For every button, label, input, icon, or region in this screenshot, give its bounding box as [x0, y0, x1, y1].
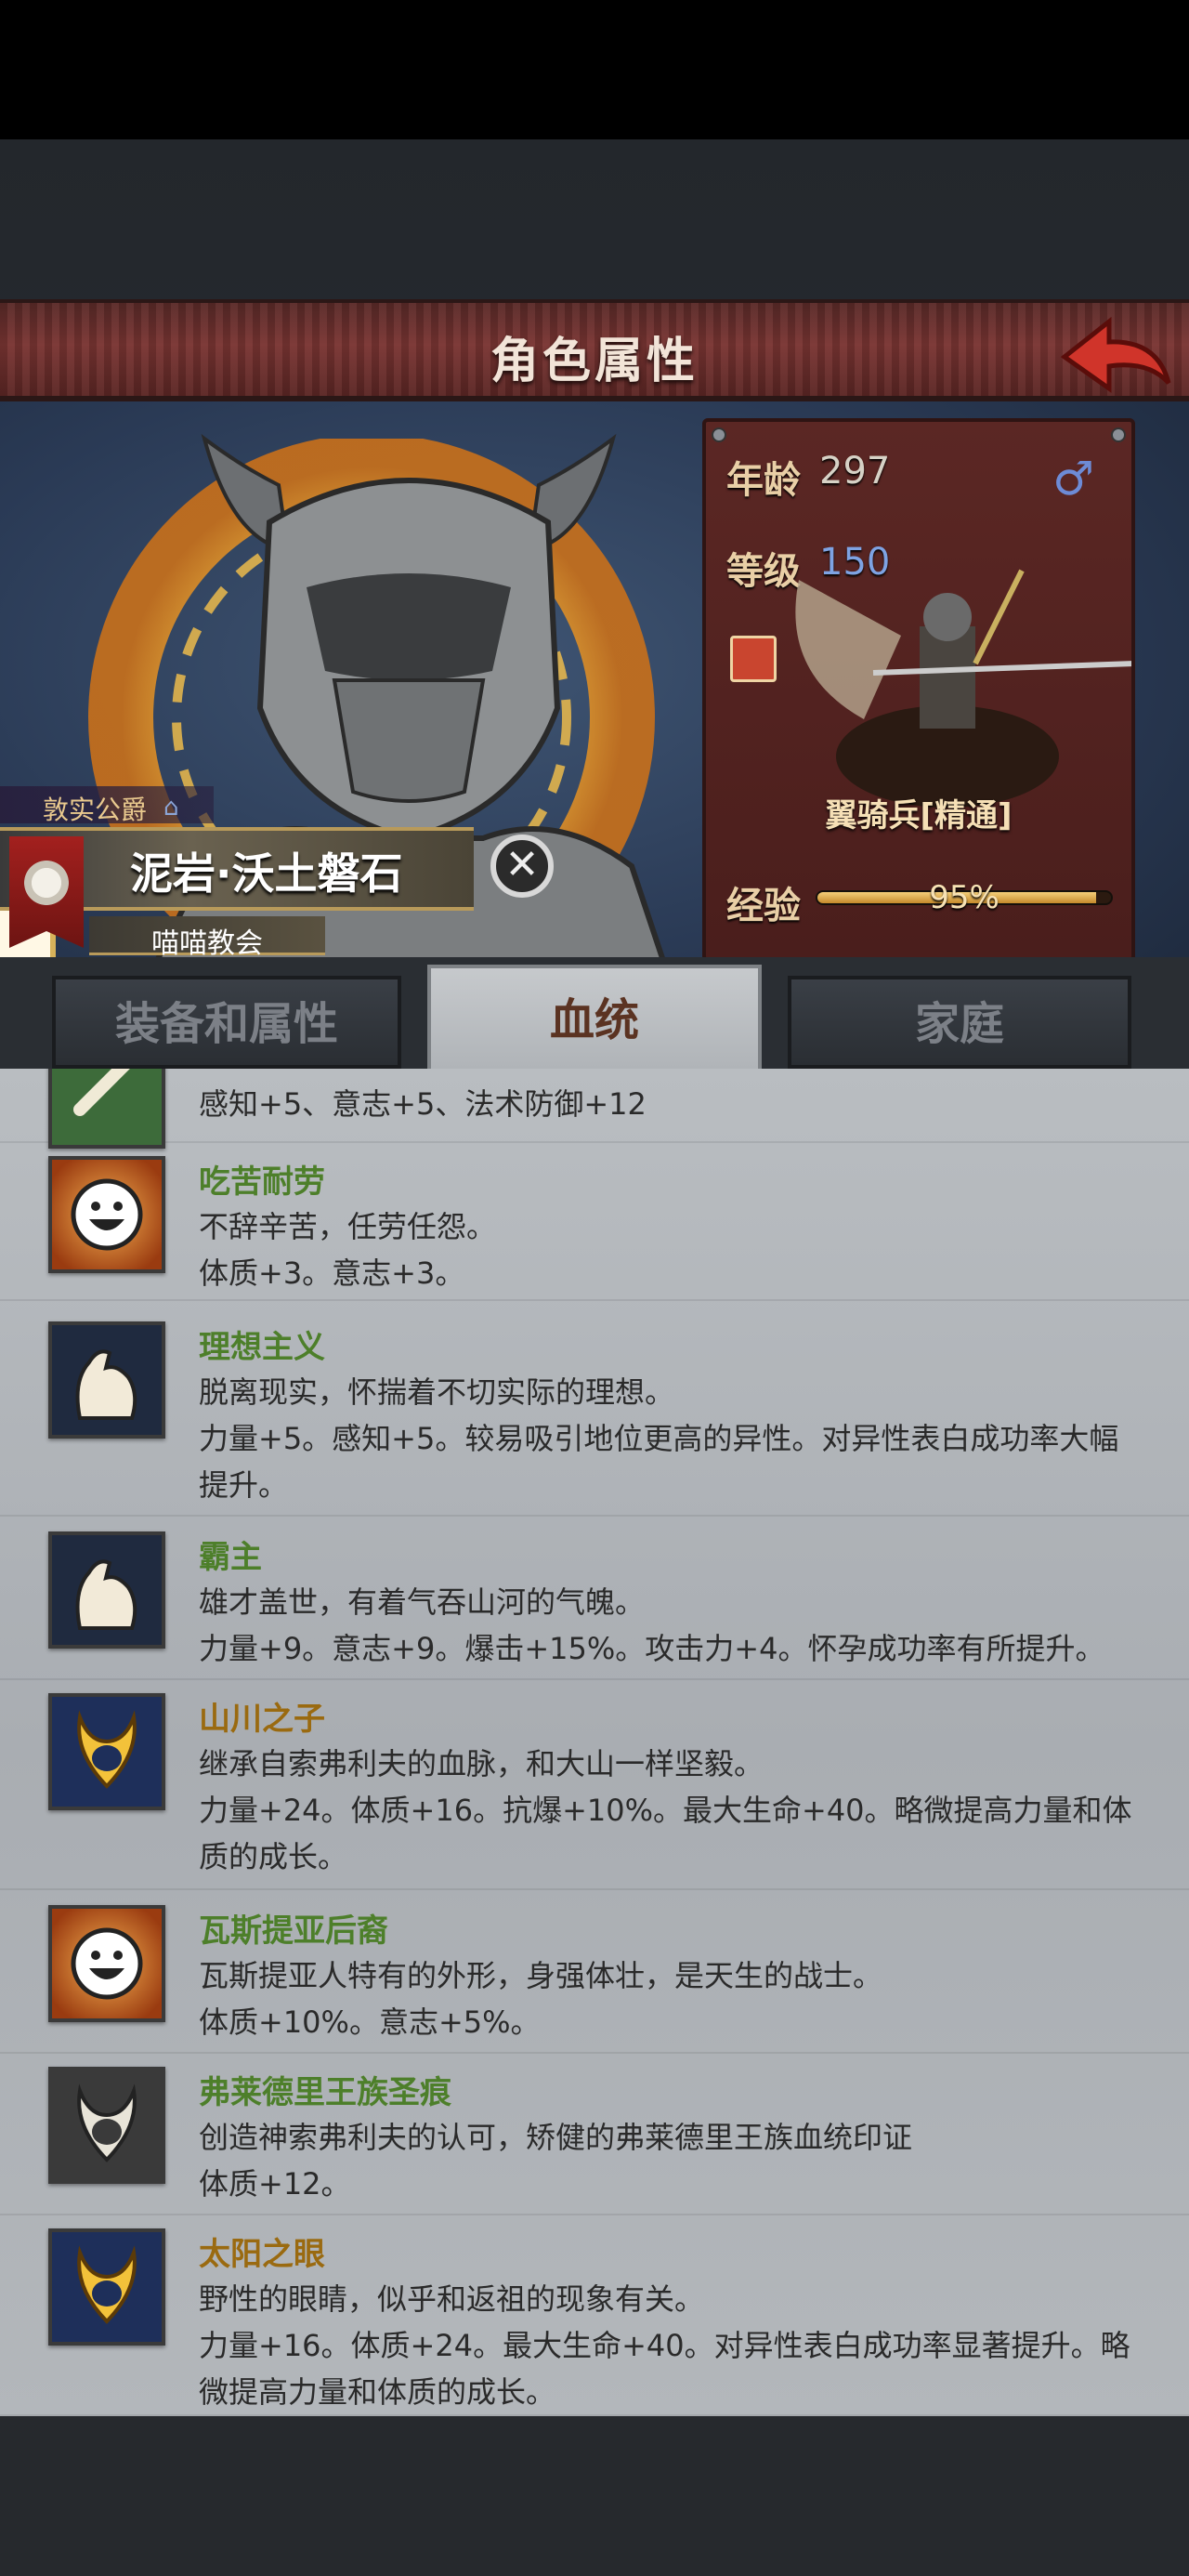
rivet	[1111, 427, 1126, 442]
trait-row[interactable]: 山川之子继承自索弗利夫的血脉，和大山一样坚毅。力量+24。体质+16。抗爆+10…	[0, 1689, 1189, 1890]
exp-label: 经验	[726, 885, 801, 927]
trait-name: 霸主	[199, 1539, 262, 1576]
trait-description: 力量+24。体质+16。抗爆+10%。最大生命+40。略微提高力量和体	[199, 1793, 1132, 1828]
smile-face-icon[interactable]	[48, 1905, 165, 2022]
trait-description: 力量+9。意志+9。爆击+15%。攻击力+4。怀孕成功率有所提升。	[199, 1631, 1105, 1666]
trait-name: 瓦斯提亚后裔	[199, 1912, 388, 1950]
trait-row[interactable]: 太阳之眼野性的眼睛，似乎和返祖的现象有关。力量+16。体质+24。最大生命+40…	[0, 2225, 1189, 2416]
trait-description: 质的成长。	[199, 1839, 348, 1874]
back-arrow-icon	[1060, 316, 1171, 393]
trait-description: 瓦斯提亚人特有的外形，身强体壮，是天生的战士。	[199, 1958, 883, 1993]
back-button[interactable]	[1055, 312, 1176, 396]
trait-description: 脱离现实，怀揣着不切实际的理想。	[199, 1374, 675, 1410]
trait-description: 力量+5。感知+5。较易吸引地位更高的异性。对异性表白成功率大幅	[199, 1421, 1119, 1456]
trait-row[interactable]: 吃苦耐劳不辞辛苦，任劳任怨。 体质+3。意志+3。	[0, 1152, 1189, 1301]
trait-description: 体质+3。意志+3。	[199, 1255, 465, 1291]
trait-row[interactable]: 理想主义脱离现实，怀揣着不切实际的理想。力量+5。感知+5。较易吸引地位更高的异…	[0, 1318, 1189, 1517]
flexed-arm-icon[interactable]	[48, 1321, 165, 1439]
silver-emblem-icon[interactable]	[48, 2067, 165, 2184]
trait-row[interactable]: 弗莱德里王族圣痕创造神索弗利夫的认可，矫健的弗莱德里王族血统印证 体质+12。	[0, 2063, 1189, 2215]
trait-name: 山川之子	[199, 1701, 325, 1738]
exp-value: 95%	[929, 879, 1000, 916]
golden-emblem-icon[interactable]	[48, 2228, 165, 2346]
trait-description: 继承自索弗利夫的血脉，和大山一样坚毅。	[199, 1746, 764, 1781]
age-value: 297	[819, 450, 891, 493]
trait-description: 体质+12。	[199, 2166, 351, 2201]
bottom-bar	[0, 2416, 1189, 2576]
tab-bar: 装备和属性 血统 家庭	[0, 957, 1189, 1069]
trait-name: 太阳之眼	[199, 2236, 325, 2273]
close-button[interactable]: ✕	[490, 835, 554, 898]
noble-title-text: 敦实公爵	[43, 795, 148, 825]
trait-description: 不辞辛苦，任劳任怨。	[199, 1209, 497, 1244]
trait-list[interactable]: 感知+5、意志+5、法术防御+12 吃苦耐劳不辞辛苦，任劳任怨。 体质+3。意志+3…	[0, 1069, 1189, 2416]
info-card: 年龄 297 ♂ 等级 150 翼骑兵[精通] 经验 95%	[702, 418, 1135, 962]
age-label: 年龄	[726, 459, 801, 502]
trait-description: 感知+5、意志+5、法术防御+12	[199, 1086, 647, 1122]
noble-title-tag: 敦实公爵 ⌂	[0, 786, 214, 825]
tab-family[interactable]: 家庭	[788, 976, 1131, 1069]
smile-face-icon[interactable]	[48, 1156, 165, 1273]
rivet	[712, 427, 726, 442]
unit-rank-badge-icon	[730, 636, 777, 682]
tab-bloodline[interactable]: 血统	[427, 965, 762, 1069]
trait-row[interactable]: 感知+5、意志+5、法术防御+12	[0, 1069, 1189, 1149]
title-banner: 角色属性	[0, 299, 1189, 401]
trait-row[interactable]: 瓦斯提亚后裔瓦斯提亚人特有的外形，身强体壮，是天生的战士。 体质+10%。意志+5…	[0, 1901, 1189, 2054]
trait-name: 吃苦耐劳	[199, 1163, 325, 1201]
trait-description: 提升。	[199, 1467, 289, 1503]
character-name: 泥岩·沃土磐石	[130, 848, 403, 899]
golden-emblem-icon[interactable]	[48, 1693, 165, 1810]
page-title: 角色属性	[490, 334, 699, 389]
home-icon: ⌂	[163, 794, 179, 821]
trait-name: 弗莱德里王族圣痕	[199, 2074, 451, 2111]
trait-description: 雄才盖世，有着气吞山河的气魄。	[199, 1584, 646, 1620]
unit-name: 翼骑兵[精通]	[825, 797, 1013, 835]
trait-description: 力量+16。体质+24。最大生命+40。对异性表白成功率显著提升。略	[199, 2328, 1130, 2363]
guild-plate: 喵喵教会	[89, 916, 325, 960]
bone-icon[interactable]	[48, 1069, 165, 1149]
trait-description: 创造神索弗利夫的认可，矫健的弗莱德里王族血统印证	[199, 2120, 913, 2155]
guild-name: 喵喵教会	[151, 927, 263, 960]
tab-equipment[interactable]: 装备和属性	[52, 976, 401, 1069]
trait-name: 理想主义	[199, 1329, 325, 1366]
trait-row[interactable]: 霸主雄才盖世，有着气吞山河的气魄。力量+9。意志+9。爆击+15%。攻击力+4。…	[0, 1528, 1189, 1680]
trait-description: 野性的眼睛，似乎和返祖的现象有关。	[199, 2281, 705, 2317]
male-gender-icon: ♂	[1052, 452, 1094, 506]
trait-description: 微提高力量和体质的成长。	[199, 2374, 556, 2410]
status-bar	[0, 0, 1189, 139]
flexed-arm-icon[interactable]	[48, 1531, 165, 1649]
trait-description: 体质+10%。意志+5%。	[199, 2004, 541, 2040]
sun-crest-icon	[20, 857, 72, 909]
